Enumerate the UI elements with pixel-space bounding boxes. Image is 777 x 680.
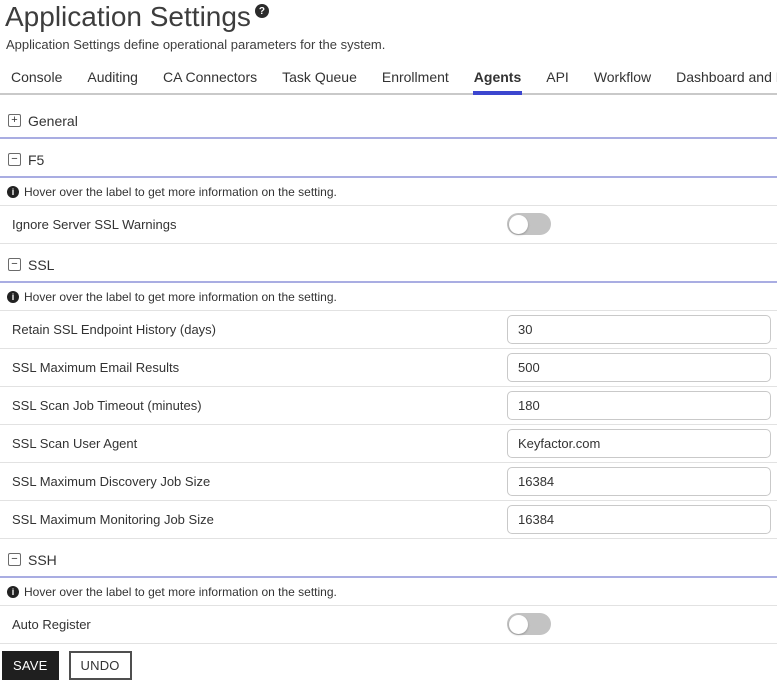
- setting-label: Ignore Server SSL Warnings: [12, 217, 177, 232]
- tab-ca-connectors[interactable]: CA Connectors: [162, 63, 258, 93]
- help-icon[interactable]: ?: [255, 4, 269, 18]
- application-settings-page: Application Settings ? Application Setti…: [0, 0, 777, 680]
- info-icon: i: [7, 186, 19, 198]
- undo-button[interactable]: UNDO: [69, 651, 132, 680]
- setting-row: Auto Register: [0, 606, 777, 644]
- collapse-icon[interactable]: −: [8, 153, 21, 166]
- tab-task-queue[interactable]: Task Queue: [281, 63, 358, 93]
- setting-label: SSL Maximum Monitoring Job Size: [12, 512, 214, 527]
- tab-workflow[interactable]: Workflow: [593, 63, 652, 93]
- collapse-icon[interactable]: −: [8, 553, 21, 566]
- section-name: SSL: [28, 257, 54, 273]
- setting-row: Ignore Server SSL Warnings: [0, 206, 777, 244]
- section-name: SSH: [28, 552, 57, 568]
- action-bar: SAVE UNDO: [0, 644, 777, 680]
- toggle-knob: [509, 215, 528, 234]
- info-text: Hover over the label to get more informa…: [24, 185, 337, 199]
- auto-register-toggle[interactable]: [507, 613, 551, 635]
- ssl-scan-job-timeout-input[interactable]: [507, 391, 771, 420]
- section-name: General: [28, 113, 78, 129]
- section-name: F5: [28, 152, 44, 168]
- tab-api[interactable]: API: [545, 63, 570, 93]
- section-header-general[interactable]: + General: [0, 100, 777, 139]
- setting-label: Retain SSL Endpoint History (days): [12, 322, 216, 337]
- info-row: i Hover over the label to get more infor…: [0, 178, 777, 206]
- section-header-f5[interactable]: − F5: [0, 139, 777, 178]
- retain-ssl-endpoint-history-input[interactable]: [507, 315, 771, 344]
- tab-dashboard-and-reports[interactable]: Dashboard and Reports: [675, 63, 777, 93]
- collapse-icon[interactable]: −: [8, 258, 21, 271]
- tab-enrollment[interactable]: Enrollment: [381, 63, 450, 93]
- ignore-server-ssl-warnings-toggle[interactable]: [507, 213, 551, 235]
- expand-icon[interactable]: +: [8, 114, 21, 127]
- ssl-maximum-monitoring-job-size-input[interactable]: [507, 505, 771, 534]
- tab-bar: Console Auditing CA Connectors Task Queu…: [0, 63, 777, 95]
- section-header-ssl[interactable]: − SSL: [0, 244, 777, 283]
- ssl-maximum-email-results-input[interactable]: [507, 353, 771, 382]
- tab-auditing[interactable]: Auditing: [86, 63, 139, 93]
- setting-label: SSL Scan User Agent: [12, 436, 137, 451]
- setting-label: SSL Scan Job Timeout (minutes): [12, 398, 202, 413]
- info-text: Hover over the label to get more informa…: [24, 585, 337, 599]
- setting-row: SSL Maximum Email Results: [0, 349, 777, 387]
- page-header: Application Settings ? Application Setti…: [0, 0, 777, 52]
- setting-row: SSL Scan User Agent: [0, 425, 777, 463]
- setting-label: SSL Maximum Discovery Job Size: [12, 474, 210, 489]
- setting-label: Auto Register: [12, 617, 91, 632]
- ssl-scan-user-agent-input[interactable]: [507, 429, 771, 458]
- info-row: i Hover over the label to get more infor…: [0, 578, 777, 606]
- setting-row: SSL Maximum Monitoring Job Size: [0, 501, 777, 539]
- tab-console[interactable]: Console: [10, 63, 63, 93]
- save-button[interactable]: SAVE: [2, 651, 59, 680]
- setting-row: Retain SSL Endpoint History (days): [0, 311, 777, 349]
- setting-row: SSL Scan Job Timeout (minutes): [0, 387, 777, 425]
- info-text: Hover over the label to get more informa…: [24, 290, 337, 304]
- ssl-maximum-discovery-job-size-input[interactable]: [507, 467, 771, 496]
- setting-label: SSL Maximum Email Results: [12, 360, 179, 375]
- info-icon: i: [7, 291, 19, 303]
- page-subtitle: Application Settings define operational …: [6, 37, 777, 52]
- info-icon: i: [7, 586, 19, 598]
- info-row: i Hover over the label to get more infor…: [0, 283, 777, 311]
- toggle-knob: [509, 615, 528, 634]
- setting-row: SSL Maximum Discovery Job Size: [0, 463, 777, 501]
- section-header-ssh[interactable]: − SSH: [0, 539, 777, 578]
- page-title: Application Settings: [5, 2, 251, 33]
- tab-agents[interactable]: Agents: [473, 63, 522, 95]
